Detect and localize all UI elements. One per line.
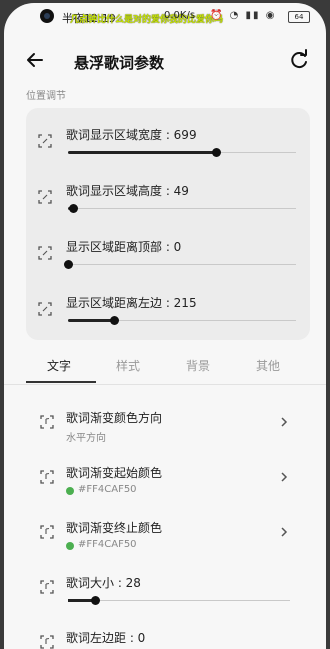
gradient-direction-item[interactable]: 歌词渐变颜色方向 水平方向 xyxy=(4,407,326,457)
gradient-end-color-value: #FF4CAF50 xyxy=(78,539,137,550)
gradient-end-color-item[interactable]: 歌词渐变终止颜色 #FF4CAF50 xyxy=(4,517,326,567)
lyric-icon xyxy=(40,635,54,649)
slider-thumb[interactable] xyxy=(90,596,100,605)
status-bar: 半夜12:19 几点钟比什么是对的爱你我的比爱你吗 0.0K/s ⏰ ◔ ▮▮ … xyxy=(4,3,326,31)
signal-icons: ⏰ ◔ ▮▮ ◉ xyxy=(210,10,277,21)
position-card: 歌词显示区域宽度 : 699 歌词显示区域高度 : 49 显示区域距离顶部 : … xyxy=(26,108,310,340)
left-offset-slider-label: 显示区域距离左边 : 215 xyxy=(66,296,197,310)
gradient-start-color-label: 歌词渐变起始颜色 xyxy=(66,466,163,480)
font-size-slider[interactable] xyxy=(68,596,290,605)
frame-icon xyxy=(38,302,52,316)
back-arrow-icon[interactable] xyxy=(22,47,48,73)
lyric-icon xyxy=(40,580,54,594)
app-bar: 悬浮歌词参数 xyxy=(4,39,326,83)
gradient-start-color-item[interactable]: 歌词渐变起始颜色 #FF4CAF50 xyxy=(4,462,326,512)
font-size-label: 歌词大小 : 28 xyxy=(66,576,141,590)
height-slider[interactable] xyxy=(68,204,296,213)
slider-fill xyxy=(68,319,114,322)
frame-icon xyxy=(38,246,52,260)
slider-thumb[interactable] xyxy=(68,204,78,213)
battery-indicator: 64 xyxy=(288,11,310,23)
left-offset-slider[interactable] xyxy=(68,316,296,325)
tab-other[interactable]: 其他 xyxy=(256,357,280,374)
width-slider-label: 歌词显示区域宽度 : 699 xyxy=(66,128,197,142)
frame-icon xyxy=(38,134,52,148)
width-slider[interactable] xyxy=(68,148,296,157)
left-margin-label: 歌词左边距 : 0 xyxy=(66,631,146,645)
top-offset-slider-row: 显示区域距离顶部 : 0 xyxy=(26,236,310,292)
front-camera xyxy=(40,9,54,23)
floating-lyric-banner: 几点钟比什么是对的爱你我的比爱你吗 xyxy=(70,15,224,25)
height-slider-label: 歌词显示区域高度 : 49 xyxy=(66,184,189,198)
color-swatch xyxy=(66,487,74,495)
active-tab-indicator xyxy=(26,381,96,383)
lyric-icon xyxy=(40,525,54,539)
tab-text[interactable]: 文字 xyxy=(47,357,71,374)
slider-thumb[interactable] xyxy=(109,316,119,325)
network-speed: 0.0K/s xyxy=(164,10,196,21)
height-slider-row: 歌词显示区域高度 : 49 xyxy=(26,180,310,236)
gradient-start-color-value: #FF4CAF50 xyxy=(78,484,137,495)
settings-tabs: 文字 样式 背景 其他 xyxy=(4,351,326,387)
top-offset-slider[interactable] xyxy=(64,260,296,269)
gradient-end-color-label: 歌词渐变终止颜色 xyxy=(66,521,163,535)
frame-icon xyxy=(38,190,52,204)
font-size-item: 歌词大小 : 28 xyxy=(4,572,326,622)
lyric-icon xyxy=(40,470,54,484)
chevron-right-icon xyxy=(281,417,288,427)
color-swatch xyxy=(66,542,74,550)
left-margin-item: 歌词左边距 : 0 xyxy=(4,627,326,649)
phone-screen: 半夜12:19 几点钟比什么是对的爱你我的比爱你吗 0.0K/s ⏰ ◔ ▮▮ … xyxy=(4,3,326,649)
tabs-divider xyxy=(4,384,326,385)
left-offset-slider-row: 显示区域距离左边 : 215 xyxy=(26,292,310,348)
chevron-right-icon xyxy=(281,472,288,482)
tab-style[interactable]: 样式 xyxy=(116,357,140,374)
tab-background[interactable]: 背景 xyxy=(186,357,210,374)
slider-fill xyxy=(68,151,217,154)
slider-thumb[interactable] xyxy=(64,260,73,269)
lyric-icon xyxy=(40,415,54,429)
page-title: 悬浮歌词参数 xyxy=(74,54,165,72)
section-label-position: 位置调节 xyxy=(26,91,66,102)
gradient-direction-value: 水平方向 xyxy=(66,433,106,444)
refresh-icon[interactable] xyxy=(286,47,312,73)
top-offset-slider-label: 显示区域距离顶部 : 0 xyxy=(66,240,182,254)
slider-thumb[interactable] xyxy=(212,148,222,157)
gradient-direction-label: 歌词渐变颜色方向 xyxy=(66,411,163,425)
chevron-right-icon xyxy=(281,527,288,537)
width-slider-row: 歌词显示区域宽度 : 699 xyxy=(26,124,310,180)
